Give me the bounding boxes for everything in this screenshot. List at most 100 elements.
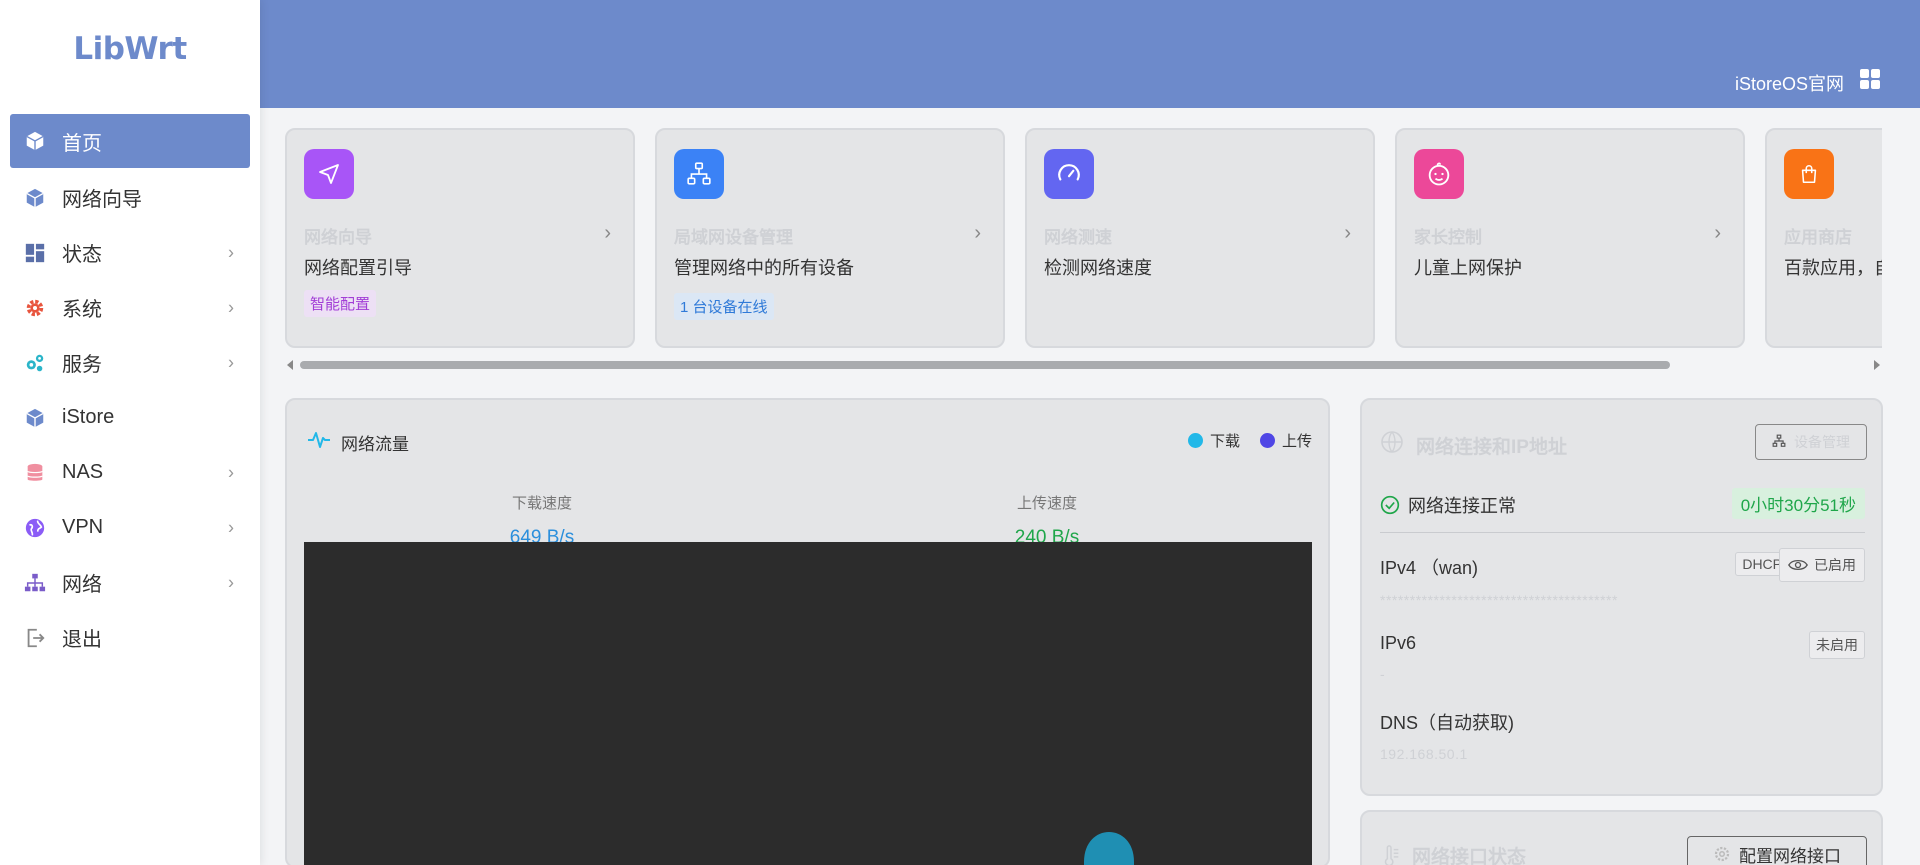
sidebar-item-label: 状态 <box>62 244 102 266</box>
download-speed-label: 下载速度 <box>511 495 572 512</box>
check-circle-icon <box>1380 495 1400 515</box>
traffic-panel: 网络流量 下载 上传 下载速度 649 B/s 上传速度 240 B/s <box>285 398 1330 865</box>
card-description: 百款应用，自 <box>1784 258 1882 278</box>
traffic-chart-blip <box>1084 832 1134 865</box>
network-icon <box>674 149 724 199</box>
upload-speed-label: 上传速度 <box>1016 495 1077 512</box>
card-title: 局域网设备管理 <box>674 228 793 247</box>
legend-download[interactable]: 下载 <box>1187 430 1240 451</box>
card-title: 网络测速 <box>1044 228 1112 247</box>
traffic-legend: 下载 上传 <box>1168 430 1312 451</box>
speedometer-icon <box>1044 149 1094 199</box>
cube-icon <box>24 187 46 209</box>
legend-label: 上传 <box>1281 433 1312 450</box>
cube-icon <box>24 407 46 429</box>
sidebar-item-label: 退出 <box>62 629 102 651</box>
sidebar-item-label: VPN <box>62 516 104 538</box>
sidebar-item-istore[interactable]: iStore <box>10 390 250 445</box>
sidebar-item-logout[interactable]: 退出 <box>10 610 250 665</box>
configure-interfaces-button[interactable]: 配置网络接口 <box>1687 836 1867 865</box>
card-network-wizard[interactable]: 网络向导 网络配置引导 › 智能配置 <box>285 128 635 348</box>
app-logo[interactable]: LibWrt <box>0 0 260 98</box>
chevron-right-icon: › <box>974 222 981 244</box>
card-title: 应用商店 <box>1784 228 1852 247</box>
legend-dot <box>1187 433 1203 448</box>
istoreos-site-link[interactable]: iStoreOS官网 <box>1735 70 1844 96</box>
connection-status: 网络连接正常 <box>1380 492 1516 518</box>
sidebar: LibWrt 首页 网络向导 状态 › 系统 › 服务 › iStore NAS… <box>0 0 260 865</box>
traffic-chart[interactable] <box>304 542 1312 865</box>
sidebar-item-services[interactable]: 服务 › <box>10 335 250 390</box>
card-parental-control[interactable]: 家长控制 儿童上网保护 › <box>1395 128 1745 348</box>
dns-label: DNS（自动获取) <box>1380 713 1514 733</box>
ipv4-value: **************************************** <box>1380 592 1618 608</box>
pulse-icon <box>307 430 331 455</box>
upload-speed: 上传速度 240 B/s <box>897 492 1197 549</box>
sidebar-item-label: 网络 <box>62 574 102 596</box>
legend-upload[interactable]: 上传 <box>1259 430 1312 451</box>
sidebar-item-network[interactable]: 网络 › <box>10 555 250 610</box>
sidebar-item-label: 系统 <box>62 299 102 321</box>
traffic-header: 网络流量 <box>307 430 409 455</box>
dashboard-icon <box>24 242 46 264</box>
globe-icon <box>1380 430 1404 460</box>
chevron-right-icon: › <box>228 352 234 372</box>
connection-status-text: 网络连接正常 <box>1408 496 1516 516</box>
sidebar-item-label: 网络向导 <box>62 189 142 211</box>
navigation-icon <box>304 149 354 199</box>
chevron-right-icon: › <box>604 222 611 244</box>
database-icon <box>24 462 46 484</box>
card-description: 管理网络中的所有设备 <box>674 258 854 278</box>
card-tag: 智能配置 <box>304 290 377 317</box>
top-header: iStoreOS官网 <box>260 0 1920 108</box>
traffic-title: 网络流量 <box>341 435 409 454</box>
sidebar-item-label: NAS <box>62 461 104 483</box>
gear-icon <box>1713 845 1731 863</box>
cube-icon <box>24 130 46 152</box>
chevron-right-icon: › <box>228 242 234 262</box>
scrollbar-thumb[interactable] <box>300 361 1670 369</box>
main-content: 网络向导 网络配置引导 › 智能配置 局域网设备管理 管理网络中的所有设备 › … <box>260 108 1920 865</box>
globe-icon <box>24 517 46 539</box>
card-tag: 1 台设备在线 <box>674 293 774 320</box>
feature-cards-carousel: 网络向导 网络配置引导 › 智能配置 局域网设备管理 管理网络中的所有设备 › … <box>285 128 1882 348</box>
uptime-badge: 0小时30分51秒 <box>1731 488 1865 519</box>
chevron-right-icon: › <box>228 517 234 537</box>
ipv4-toggle-button[interactable]: 已启用 <box>1779 548 1865 582</box>
card-title: 网络向导 <box>304 228 372 247</box>
network-status-title: 网络连接和IP地址 <box>1416 436 1567 458</box>
card-lan-devices[interactable]: 局域网设备管理 管理网络中的所有设备 › 1 台设备在线 <box>655 128 1005 348</box>
ipv4-enabled-label: 已启用 <box>1814 557 1856 573</box>
button-label: 设备管理 <box>1794 434 1850 450</box>
device-management-button[interactable]: 设备管理 <box>1755 424 1867 460</box>
network-icon <box>1772 434 1786 451</box>
chevron-right-icon: › <box>1714 222 1721 244</box>
gear-icon <box>24 297 46 319</box>
interface-status-panel: 网络接口状态 配置网络接口 <box>1360 810 1883 865</box>
sidebar-item-label: 服务 <box>62 354 102 376</box>
interface-status-header: 网络接口状态 <box>1380 842 1526 865</box>
scroll-right-icon[interactable] <box>1874 360 1880 370</box>
baby-icon <box>1414 149 1464 199</box>
sidebar-item-nas[interactable]: NAS › <box>10 445 250 500</box>
sidebar-item-wizard[interactable]: 网络向导 <box>10 170 250 225</box>
sidebar-item-label: 首页 <box>62 132 102 155</box>
gears-icon <box>24 352 46 374</box>
sidebar-item-system[interactable]: 系统 › <box>10 280 250 335</box>
sidebar-item-home[interactable]: 首页 <box>10 114 250 168</box>
button-label: 配置网络接口 <box>1739 846 1841 865</box>
network-status-header: 网络连接和IP地址 <box>1380 430 1567 460</box>
legend-label: 下载 <box>1209 433 1240 450</box>
apps-grid-icon[interactable] <box>1860 69 1880 89</box>
card-speedtest[interactable]: 网络测速 检测网络速度 › <box>1025 128 1375 348</box>
card-description: 网络配置引导 <box>304 258 412 278</box>
card-description: 检测网络速度 <box>1044 258 1152 278</box>
scroll-left-icon[interactable] <box>287 360 293 370</box>
card-app-store[interactable]: 应用商店 百款应用，自 <box>1765 128 1882 348</box>
sidebar-item-status[interactable]: 状态 › <box>10 225 250 280</box>
sidebar-item-vpn[interactable]: VPN › <box>10 500 250 555</box>
carousel-scrollbar[interactable] <box>285 358 1882 372</box>
dns-value: 192.168.50.1 <box>1380 746 1468 762</box>
traffic-chart-svg <box>1084 832 1134 865</box>
eye-icon <box>1788 558 1808 572</box>
